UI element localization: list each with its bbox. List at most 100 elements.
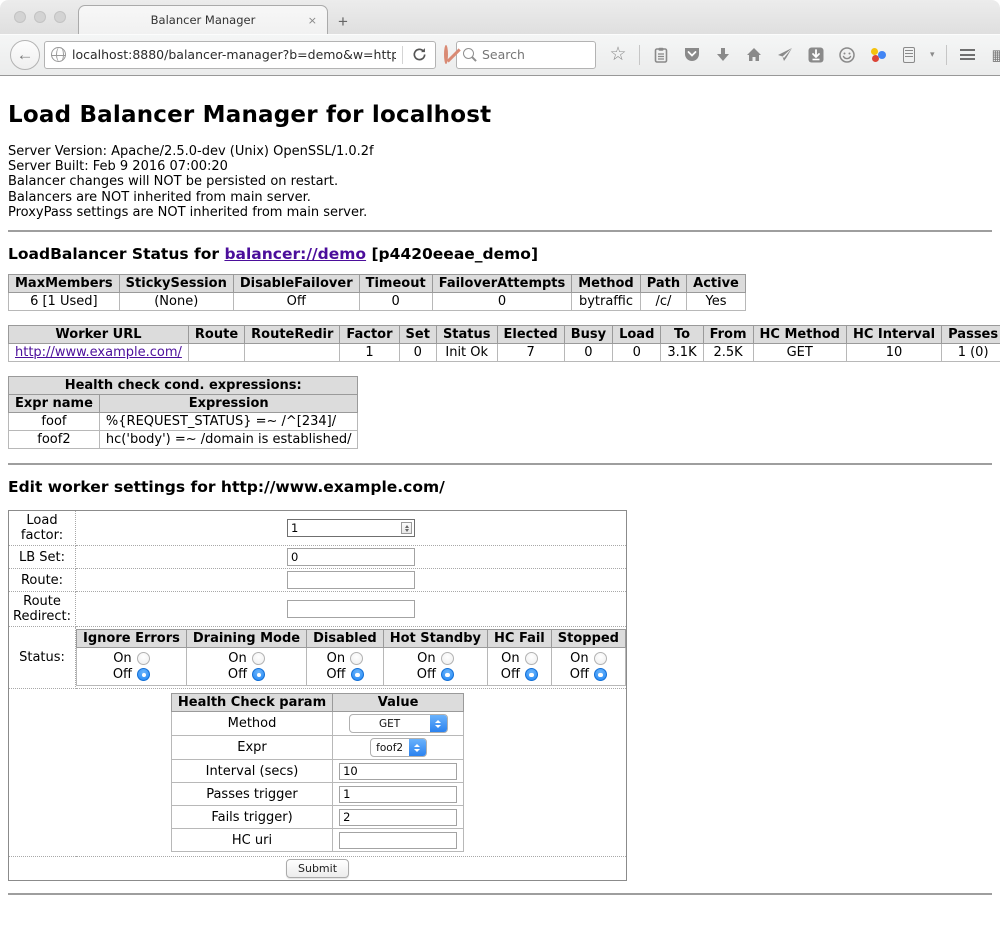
radio-off[interactable] <box>594 668 607 681</box>
header-row: Expr name Expression <box>9 395 358 413</box>
column-header: Active <box>687 275 746 293</box>
method-select[interactable]: GET <box>349 714 448 733</box>
radio-off[interactable] <box>351 668 364 681</box>
feedback-smiley-icon[interactable] <box>837 44 857 66</box>
url-bar[interactable]: localhost:8880/balancer-manager?b=demo&w… <box>44 41 436 69</box>
balancer-demo-link[interactable]: balancer://demo <box>224 245 366 263</box>
download-arrow-icon[interactable] <box>713 44 733 66</box>
edit-worker-form: Load factor: LB Set: Route: Route Redire… <box>8 510 627 881</box>
method-label: Method <box>171 712 332 736</box>
window-controls[interactable] <box>14 11 66 23</box>
fails-input[interactable] <box>339 809 457 826</box>
cell-factor: 1 <box>340 344 399 362</box>
lb-set-input[interactable] <box>287 548 415 566</box>
form-row-route-redirect: Route Redirect: <box>9 592 627 627</box>
number-stepper-icon[interactable] <box>401 522 412 534</box>
divider <box>8 230 992 232</box>
radio-off[interactable] <box>525 668 538 681</box>
cell-active: Yes <box>687 293 746 311</box>
expr-select[interactable]: foof2 <box>370 738 427 757</box>
radio-off[interactable] <box>137 668 150 681</box>
radio-on[interactable] <box>252 652 265 665</box>
column-header: Elected <box>497 326 564 344</box>
column-header: From <box>703 326 753 344</box>
cell-passes: 1 (0) <box>942 344 1000 362</box>
hc-uri-input[interactable] <box>339 832 457 849</box>
form-row-interval: Interval (secs) <box>171 760 463 783</box>
radio-row: On Off On Off On Off <box>77 648 626 686</box>
column-header: To <box>661 326 703 344</box>
colored-dots-extension-icon[interactable] <box>868 44 888 66</box>
zoom-window-button[interactable] <box>54 11 66 23</box>
reload-icon[interactable] <box>409 44 429 66</box>
table-title: Health check cond. expressions: <box>9 377 358 395</box>
close-tab-icon[interactable]: × <box>308 14 317 27</box>
bookmark-star-icon[interactable]: ☆ <box>608 44 628 66</box>
back-button[interactable]: ← <box>10 40 40 70</box>
tab-balancer-manager[interactable]: Balancer Manager × <box>78 5 328 34</box>
radio-on[interactable] <box>594 652 607 665</box>
route-input[interactable] <box>287 571 415 589</box>
route-redirect-input[interactable] <box>287 600 415 618</box>
column-header: Path <box>640 275 686 293</box>
column-header: Method <box>572 275 640 293</box>
device-list-icon[interactable] <box>899 44 919 66</box>
cell-status: Init Ok <box>436 344 497 362</box>
column-header: FailoverAttempts <box>432 275 572 293</box>
cell-path: /c/ <box>640 293 686 311</box>
search-bar[interactable] <box>456 41 596 69</box>
column-header: Worker URL <box>9 326 189 344</box>
column-header: Ignore Errors <box>77 630 187 648</box>
tab-title: Balancer Manager <box>151 13 256 27</box>
radio-on[interactable] <box>441 652 454 665</box>
header-row: MaxMembers StickySession DisableFailover… <box>9 275 746 293</box>
url-text[interactable]: localhost:8880/balancer-manager?b=demo&w… <box>72 47 396 62</box>
radio-off[interactable] <box>441 668 454 681</box>
menu-hamburger-icon[interactable] <box>958 44 978 66</box>
worker-table: Worker URL Route RouteRedir Factor Set S… <box>8 325 1000 362</box>
radio-on[interactable] <box>525 652 538 665</box>
tab-groups-icon[interactable]: ▦ <box>989 44 1000 66</box>
load-factor-input[interactable] <box>287 519 415 537</box>
passes-input[interactable] <box>339 786 457 803</box>
radio-off[interactable] <box>252 668 265 681</box>
cell-maxmembers: 6 [1 Used] <box>9 293 120 311</box>
worker-url-link[interactable]: http://www.example.com/ <box>15 345 182 360</box>
select-arrows-icon <box>430 715 447 732</box>
cell-expr-name: foof <box>9 413 100 431</box>
minimize-window-button[interactable] <box>34 11 46 23</box>
page-content: Load Balancer Manager for localhost Serv… <box>0 102 1000 895</box>
table-row: foof %{REQUEST_STATUS} =~ /^[234]/ <box>9 413 358 431</box>
chevron-down-icon[interactable]: ▾ <box>930 50 935 60</box>
column-header: HC Method <box>753 326 846 344</box>
submit-button[interactable]: Submit <box>286 859 349 878</box>
inherit-note-line: Balancers are NOT inherited from main se… <box>8 190 992 205</box>
new-tab-button[interactable]: + <box>328 8 358 34</box>
table-row: foof2 hc('body') =~ /domain is establish… <box>9 431 358 449</box>
form-row-route: Route: <box>9 569 627 592</box>
radio-on[interactable] <box>350 652 363 665</box>
interval-input[interactable] <box>339 763 457 780</box>
cell-disablefailover: Off <box>233 293 359 311</box>
adblock-icon[interactable] <box>444 45 448 64</box>
cell-load: 0 <box>613 344 661 362</box>
column-header: Timeout <box>359 275 432 293</box>
column-header: StickySession <box>119 275 233 293</box>
search-input[interactable] <box>482 47 582 62</box>
radio-on[interactable] <box>137 652 150 665</box>
column-header: Expression <box>99 395 358 413</box>
downloads-panel-icon[interactable] <box>806 44 826 66</box>
divider <box>8 463 992 465</box>
column-header: HC Interval <box>846 326 941 344</box>
form-row-expr: Expr foof2 <box>171 736 463 760</box>
clipboard-icon[interactable] <box>651 44 671 66</box>
home-icon[interactable] <box>744 44 764 66</box>
table-row: http://www.example.com/ 1 0 Init Ok 7 0 … <box>9 344 1000 362</box>
pocket-icon[interactable] <box>682 44 702 66</box>
send-plane-icon[interactable] <box>775 44 795 66</box>
fails-label: Fails trigger) <box>171 806 332 829</box>
column-header: Busy <box>564 326 612 344</box>
hc-uri-label: HC uri <box>171 829 332 852</box>
form-row-fails: Fails trigger) <box>171 806 463 829</box>
close-window-button[interactable] <box>14 11 26 23</box>
